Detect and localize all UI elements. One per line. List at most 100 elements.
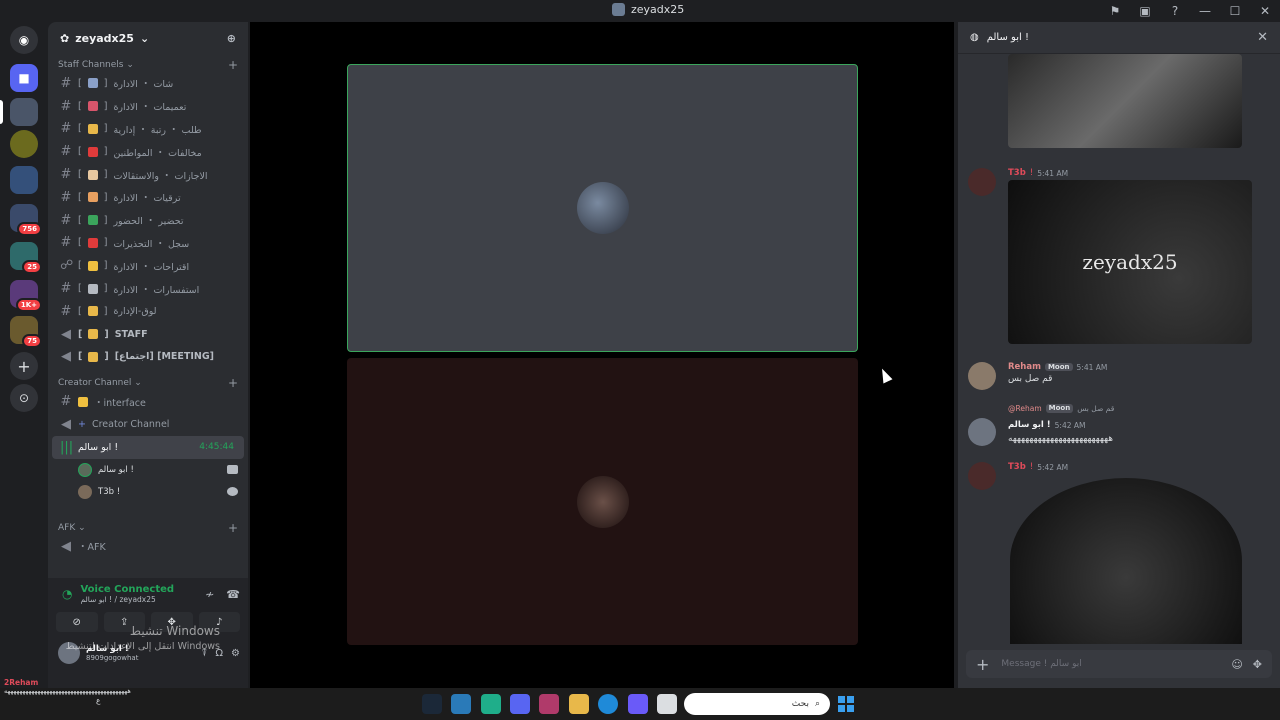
timestamp: 5:42 AM bbox=[1037, 462, 1069, 472]
emoji-icon[interactable]: ☺ bbox=[1231, 658, 1242, 671]
edge-icon[interactable] bbox=[598, 694, 618, 714]
signal-icon[interactable]: ◔ bbox=[62, 587, 72, 601]
avatar[interactable] bbox=[968, 418, 996, 446]
windows-start-icon[interactable] bbox=[838, 696, 854, 712]
hash-icon: # bbox=[60, 75, 72, 91]
channel-item-creator[interactable]: ◀ + Creator Channel bbox=[48, 413, 248, 436]
hash-icon: # bbox=[60, 167, 72, 183]
channel-item[interactable]: #[] طلب ・ رتبة ・ إدارية bbox=[48, 118, 248, 141]
help-icon[interactable]: ? bbox=[1160, 0, 1190, 22]
message-image[interactable]: zeyadx25 bbox=[1008, 180, 1252, 344]
screen-share-icon[interactable]: ▣ bbox=[1130, 0, 1160, 22]
add-channel-icon[interactable]: + bbox=[228, 521, 238, 535]
server-folder-icon[interactable]: 756 bbox=[10, 204, 42, 236]
author-name[interactable]: T3b bbox=[1008, 462, 1026, 472]
emoji-icon bbox=[87, 78, 98, 89]
voice-channel-item[interactable]: ◀[] [اجتماع] [MEETING] bbox=[48, 346, 248, 369]
add-channel-icon[interactable]: + bbox=[228, 376, 238, 390]
voice-status[interactable]: Voice Connected bbox=[80, 584, 174, 595]
add-channel-icon[interactable]: + bbox=[228, 58, 238, 72]
server-icon bbox=[612, 3, 625, 16]
task-view-icon[interactable] bbox=[657, 694, 677, 714]
close-icon[interactable]: ✕ bbox=[1257, 30, 1268, 45]
hash-icon: # bbox=[60, 281, 72, 297]
message-image[interactable] bbox=[1008, 54, 1242, 148]
channel-item[interactable]: #[] الاجازات ・ والاستقالات bbox=[48, 163, 248, 186]
folder-icon[interactable]: ■ bbox=[10, 64, 38, 92]
voice-user[interactable]: T3b ! bbox=[48, 481, 248, 503]
author-name[interactable]: T3b bbox=[1008, 168, 1026, 178]
participant-tile[interactable] bbox=[347, 358, 858, 645]
inbox-icon[interactable]: ⚑ bbox=[1100, 0, 1130, 22]
maximize-button[interactable]: ☐ bbox=[1220, 0, 1250, 22]
avatar[interactable] bbox=[968, 168, 996, 196]
server-header[interactable]: ✿ zeyadx25 ⌄ ⊕ bbox=[48, 22, 248, 54]
channel-item[interactable]: #[] تعميمات ・ الادارة bbox=[48, 95, 248, 118]
server-folder-icon[interactable] bbox=[10, 166, 38, 194]
channel-item[interactable]: #[] مخالفات ・ المواطنين bbox=[48, 140, 248, 163]
discover-icon[interactable]: ⊙ bbox=[10, 384, 38, 412]
discord-icon[interactable] bbox=[510, 694, 530, 714]
attach-plus-icon[interactable]: + bbox=[976, 655, 989, 674]
server-zeyadx25-icon[interactable] bbox=[10, 98, 38, 126]
server-folder-icon[interactable]: 1K+ bbox=[10, 280, 42, 312]
hash-icon: # bbox=[60, 189, 72, 205]
message-image[interactable] bbox=[1010, 478, 1242, 644]
category-staff[interactable]: Staff Channels ⌄ + bbox=[48, 58, 248, 72]
disconnect-icon[interactable]: ☎ bbox=[226, 588, 240, 601]
avatar[interactable] bbox=[968, 462, 996, 490]
channel-item[interactable]: ☍[] اقتراحات ・ الادارة bbox=[48, 254, 248, 277]
apps-icon[interactable]: ✥ bbox=[1253, 658, 1262, 671]
author-name[interactable]: Reham bbox=[1008, 362, 1041, 372]
sparkle-icon bbox=[78, 396, 88, 407]
channel-item[interactable]: #[] استفسارات ・ الادارة bbox=[48, 277, 248, 300]
message-composer[interactable]: + Message ! ابو سالم ☺ ✥ bbox=[966, 650, 1272, 678]
author-name[interactable]: ابو سالم ! bbox=[1008, 420, 1051, 430]
emoji-icon bbox=[87, 283, 98, 294]
noise-suppression-icon[interactable]: ≁ bbox=[205, 588, 214, 601]
speaker-icon: ◀ bbox=[61, 417, 71, 433]
participant-tile[interactable] bbox=[347, 64, 858, 352]
active-voice-channel[interactable]: ||| ابو سالم ! 4:45:44 bbox=[52, 435, 244, 459]
app-icon[interactable] bbox=[539, 694, 559, 714]
close-window-button[interactable]: ✕ bbox=[1250, 0, 1280, 22]
discord-home-icon[interactable]: ◉ bbox=[10, 26, 38, 54]
message-input[interactable]: Message ! ابو سالم bbox=[1001, 659, 1081, 669]
steam-icon[interactable] bbox=[422, 694, 442, 714]
channel-item[interactable]: #[] لوق-الإدارة bbox=[48, 300, 248, 323]
channel-item[interactable]: #[] ترقيات ・ الادارة bbox=[48, 186, 248, 209]
category-afk[interactable]: AFK ⌄ + bbox=[48, 521, 248, 535]
forum-icon: ☍ bbox=[60, 258, 74, 274]
avatar[interactable] bbox=[968, 362, 996, 390]
server-icon[interactable] bbox=[10, 130, 38, 158]
invite-icon[interactable]: ⊕ bbox=[227, 32, 236, 45]
unread-badge: 1K+ bbox=[15, 298, 42, 312]
app-icon[interactable] bbox=[481, 694, 501, 714]
participant-avatar bbox=[576, 182, 629, 234]
app-icon[interactable] bbox=[451, 694, 471, 714]
file-explorer-icon[interactable] bbox=[569, 694, 589, 714]
server-folder-icon[interactable]: 25 bbox=[10, 242, 42, 274]
settings-gear-icon[interactable]: ⚙ bbox=[231, 648, 240, 659]
chat-title: ابو سالم ! bbox=[986, 32, 1029, 43]
reply-preview[interactable]: @Reham Moon قم صل بس bbox=[1008, 404, 1114, 413]
channel-item-interface[interactable]: # ・interface bbox=[48, 390, 248, 413]
add-server-icon[interactable]: + bbox=[10, 352, 38, 380]
guild-tag: Moon bbox=[1044, 363, 1073, 371]
channel-item-afk[interactable]: ◀ ・AFK bbox=[48, 535, 248, 558]
category-creator[interactable]: Creator Channel ⌄ + bbox=[48, 376, 248, 390]
server-folder-icon[interactable]: 75 bbox=[10, 316, 42, 348]
timestamp: 5:42 AM bbox=[1054, 420, 1086, 430]
voice-channel-item[interactable]: ◀[] STAFF bbox=[48, 323, 248, 346]
voice-user[interactable]: ابو سالم ! bbox=[48, 459, 248, 481]
copilot-icon[interactable] bbox=[628, 694, 648, 714]
emoji-icon bbox=[88, 351, 99, 362]
channel-item[interactable]: #[] تحضير ・ الحضور bbox=[48, 209, 248, 232]
now-playing: 2Reham ههههههههههههههههههههههههههههههههه… bbox=[4, 678, 131, 705]
channel-item[interactable]: #[] شات ・ الادارة bbox=[48, 72, 248, 95]
channel-item[interactable]: #[] سجل ・ التحذيرات bbox=[48, 232, 248, 255]
taskbar-search[interactable]: بحث ⌕ bbox=[684, 693, 830, 715]
minimize-button[interactable]: — bbox=[1190, 0, 1220, 22]
voice-location[interactable]: ابو سالم ! / zeyadx25 bbox=[80, 595, 174, 604]
emoji-icon bbox=[88, 329, 99, 340]
